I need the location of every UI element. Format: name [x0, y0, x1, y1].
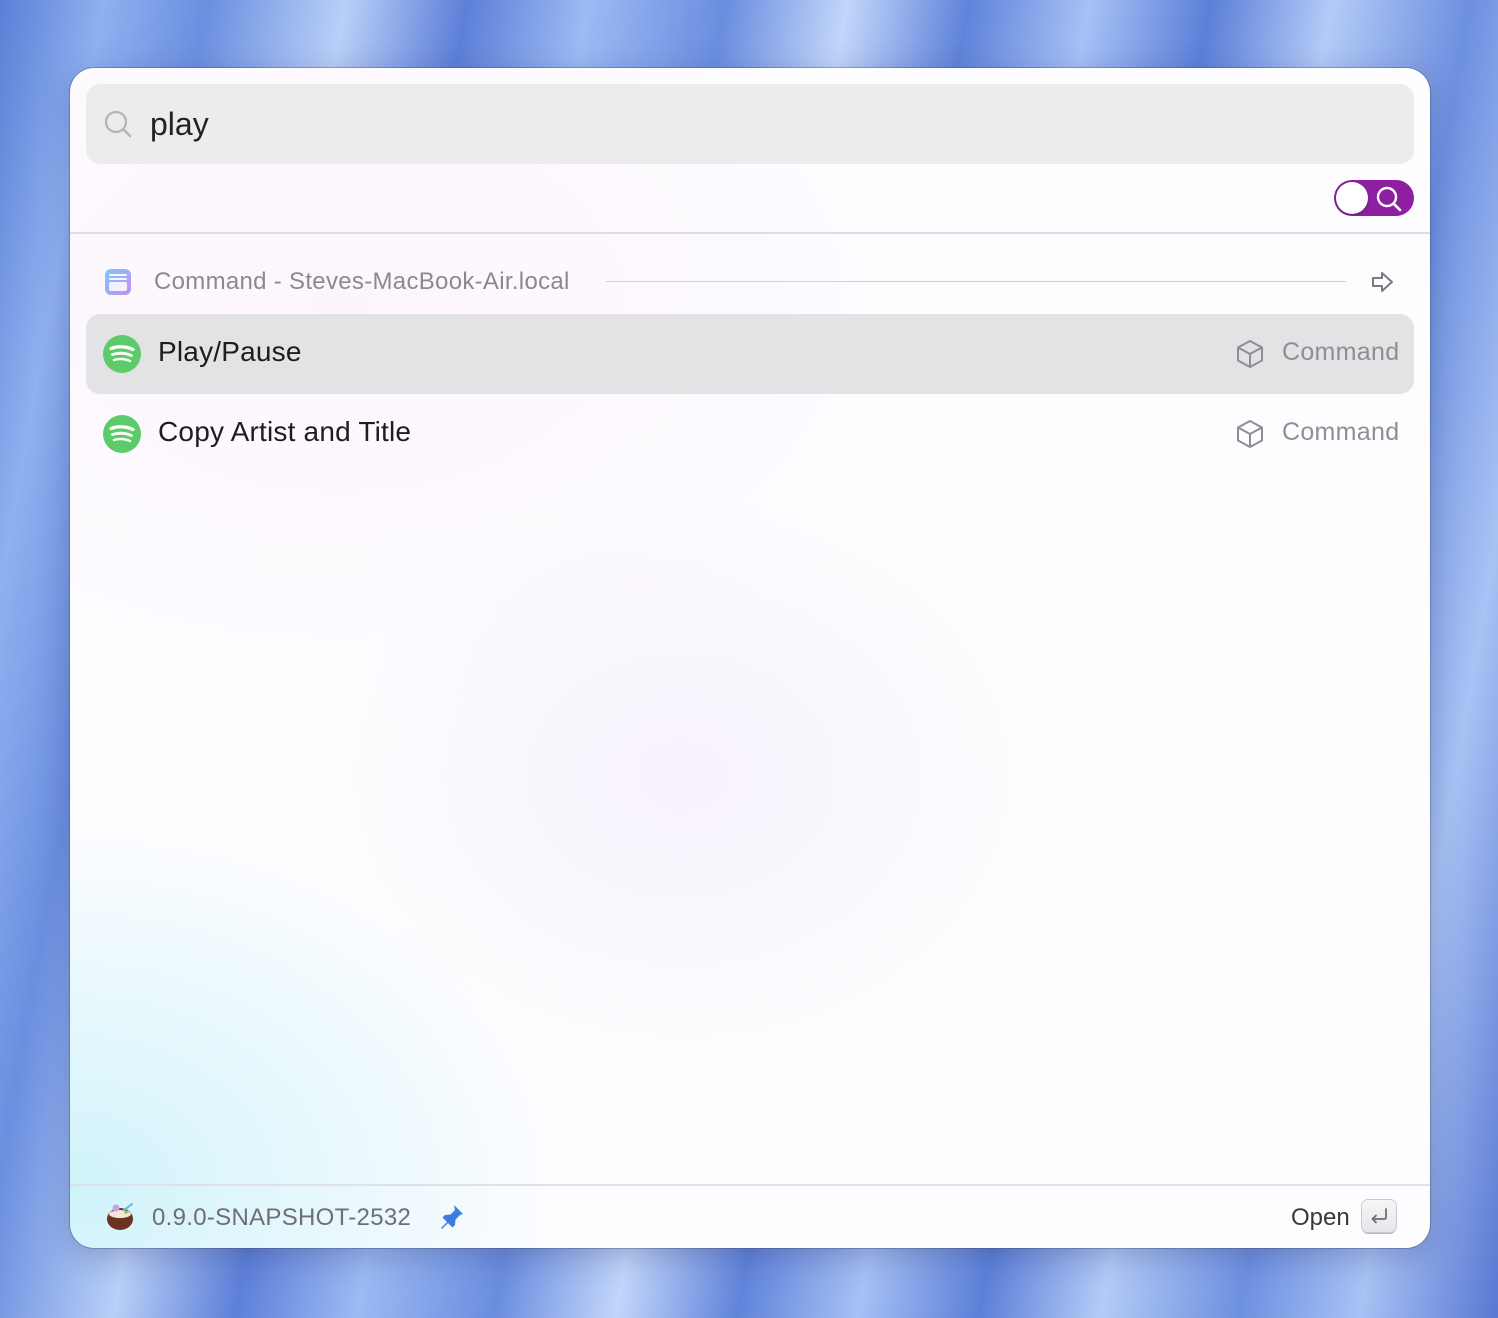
enter-key-button[interactable] [1362, 1200, 1396, 1232]
result-label: Play/Pause [158, 336, 302, 367]
spotify-icon [103, 335, 141, 373]
open-action-label[interactable]: Open [1291, 1204, 1350, 1232]
result-row-play-pause[interactable]: Play/Pause Command [86, 314, 1414, 394]
search-icon [1376, 186, 1402, 212]
launcher-window: Command - Steves-MacBook-Air.local Play/… [70, 68, 1430, 1248]
header-divider [70, 232, 1430, 234]
version-label: 0.9.0-SNAPSHOT-2532 [152, 1204, 412, 1231]
search-mode-toggle[interactable] [1334, 180, 1414, 216]
arrow-right-icon[interactable] [1370, 269, 1396, 295]
toggle-knob [1336, 182, 1368, 214]
section-header: Command - Steves-MacBook-Air.local [70, 258, 1430, 306]
app-window-icon [105, 269, 131, 295]
search-icon [104, 110, 132, 138]
coconut-icon [107, 1203, 133, 1230]
section-title: Command - Steves-MacBook-Air.local [154, 268, 570, 295]
cube-icon [1237, 420, 1263, 448]
result-type: Command [1282, 418, 1400, 446]
pin-icon[interactable] [438, 1202, 466, 1230]
search-input[interactable] [150, 102, 1390, 146]
spotify-icon [103, 415, 141, 453]
enter-key-icon [1371, 1208, 1387, 1224]
search-bar[interactable] [86, 84, 1414, 164]
result-label: Copy Artist and Title [158, 416, 412, 447]
cube-icon [1237, 340, 1263, 368]
footer-bar: 0.9.0-SNAPSHOT-2532 Open [70, 1184, 1430, 1248]
section-divider [606, 281, 1346, 282]
result-type: Command [1282, 338, 1400, 366]
result-row-copy-artist-title[interactable]: Copy Artist and Title Command [86, 394, 1414, 474]
